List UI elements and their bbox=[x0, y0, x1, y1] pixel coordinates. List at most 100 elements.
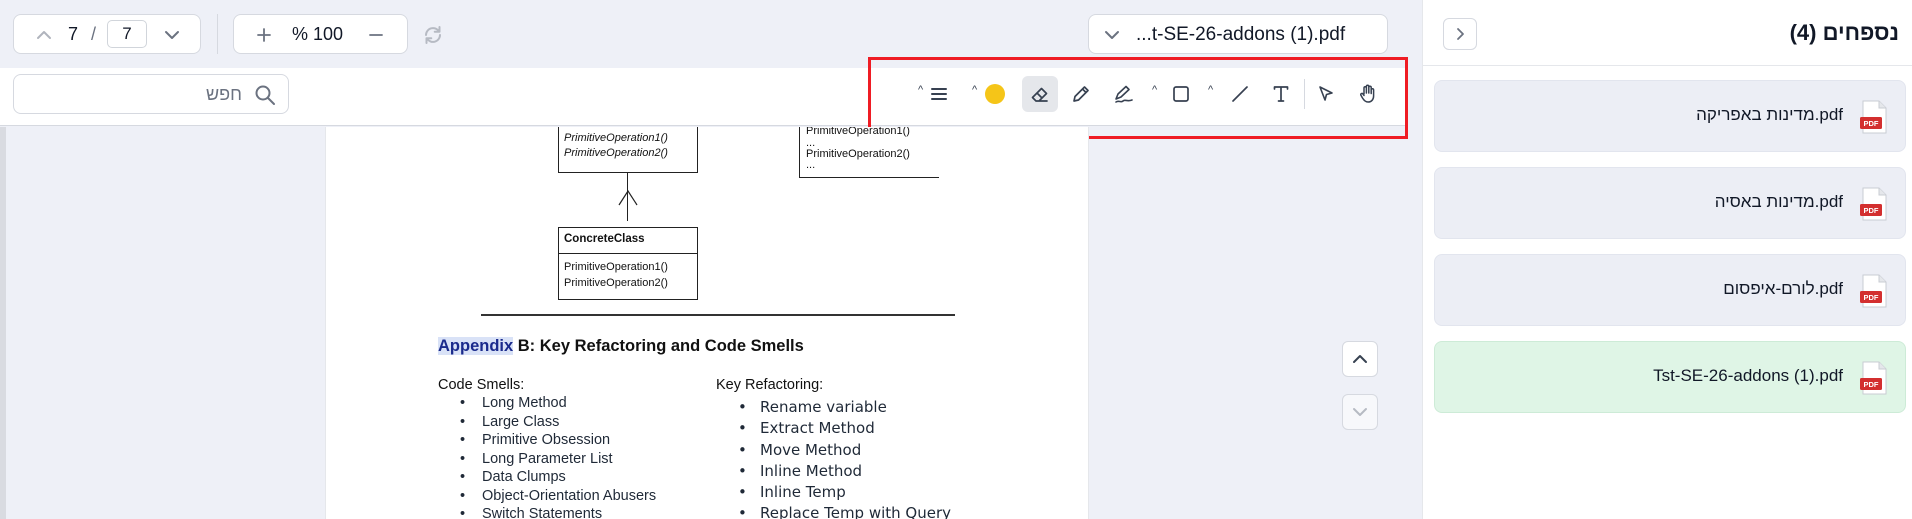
svg-text:PDF: PDF bbox=[1864, 293, 1879, 302]
list-item: Primitive Obsession bbox=[438, 431, 656, 450]
attachment-item-selected[interactable]: Tst-SE-26-addons (1).pdf PDF bbox=[1434, 341, 1906, 413]
search-highlight: Appendix bbox=[438, 337, 514, 355]
shape-options-caret-icon[interactable]: ^ bbox=[1152, 84, 1157, 96]
list-item: Move Method bbox=[716, 440, 951, 462]
hand-icon bbox=[1360, 84, 1375, 103]
chevron-down-icon bbox=[1105, 31, 1119, 39]
list-item: Data Clumps bbox=[438, 468, 656, 487]
attachment-item[interactable]: לורם-איפסום.pdf PDF bbox=[1434, 254, 1906, 326]
uml-concrete-class-name: ConcreteClass bbox=[564, 233, 645, 245]
select-arrow-icon bbox=[1319, 86, 1333, 101]
scroll-up-button[interactable] bbox=[1342, 341, 1378, 377]
attachments-header: נספחים (4) bbox=[1423, 0, 1912, 66]
pdf-viewer-app: 7 / 7 % 100 ...t-SE-26-addons (1).pdf חפ… bbox=[0, 0, 1912, 519]
attachment-file-name: לורם-איפסום.pdf bbox=[1723, 279, 1843, 298]
page-separator: / bbox=[91, 24, 97, 44]
attachments-title: נספחים (4) bbox=[1789, 20, 1899, 45]
list-item: Long Parameter List bbox=[438, 450, 656, 469]
list-item: Rename variable bbox=[716, 397, 951, 419]
svg-text:PDF: PDF bbox=[1864, 380, 1879, 389]
rectangle-tool-button[interactable] bbox=[1163, 76, 1199, 112]
uml-concrete-divider bbox=[558, 253, 698, 255]
signature-tool-button[interactable] bbox=[1106, 76, 1142, 112]
text-tool-button[interactable] bbox=[1263, 76, 1299, 112]
search-input[interactable] bbox=[22, 81, 242, 107]
eraser-tool-button[interactable] bbox=[1022, 76, 1058, 112]
rotate-button[interactable] bbox=[420, 22, 446, 48]
search-icon bbox=[254, 84, 276, 111]
pdf-file-icon: PDF bbox=[1860, 187, 1887, 221]
menu-tool-button[interactable] bbox=[921, 76, 957, 112]
list-item: Switch Statements bbox=[438, 505, 656, 519]
menu-icon bbox=[931, 88, 947, 100]
pdf-page: PrimitiveOperation1() PrimitiveOperation… bbox=[325, 127, 1089, 519]
zoom-out-button[interactable] bbox=[364, 23, 388, 47]
attachments-panel: נספחים (4) מדינות באפריקה.pdf PDF מדינות… bbox=[1422, 0, 1912, 519]
svg-text:PDF: PDF bbox=[1864, 119, 1879, 128]
uml-right-method-2: PrimitiveOperation2() bbox=[806, 148, 910, 160]
zoom-controls: % 100 bbox=[233, 14, 408, 54]
color-picker-swatch[interactable] bbox=[985, 84, 1005, 104]
file-selector[interactable]: ...t-SE-26-addons (1).pdf bbox=[1088, 14, 1388, 54]
attachment-file-name: מדינות באסיה.pdf bbox=[1714, 192, 1843, 211]
minus-icon bbox=[369, 34, 383, 36]
code-smells-title: Code Smells: bbox=[438, 377, 525, 393]
list-item: Replace Temp with Query bbox=[716, 503, 951, 519]
chevron-up-icon bbox=[37, 31, 51, 39]
line-icon bbox=[1232, 86, 1248, 102]
uml-concrete-method-1: PrimitiveOperation1() bbox=[564, 261, 668, 273]
next-page-button[interactable] bbox=[160, 23, 184, 47]
uml-right-dots-2: ... bbox=[806, 159, 816, 171]
code-smells-list: Long Method Large Class Primitive Obsess… bbox=[438, 394, 656, 519]
uml-right-bottom-line bbox=[799, 177, 939, 179]
chevron-down-icon bbox=[1353, 408, 1367, 416]
list-item: Extract Method bbox=[716, 418, 951, 440]
total-pages-field[interactable]: 7 bbox=[107, 20, 147, 48]
eraser-icon bbox=[1031, 87, 1048, 102]
top-navigation-bar: 7 / 7 % 100 ...t-SE-26-addons (1).pdf bbox=[0, 0, 1408, 68]
previous-page-button[interactable] bbox=[32, 23, 56, 47]
viewer-area: 7 / 7 % 100 ...t-SE-26-addons (1).pdf חפ… bbox=[0, 0, 1408, 519]
pen-icon bbox=[1073, 86, 1089, 102]
pdf-file-icon: PDF bbox=[1860, 274, 1887, 308]
chevron-down-icon bbox=[165, 31, 179, 39]
rectangle-icon bbox=[1173, 86, 1189, 102]
inheritance-arrow-icon bbox=[618, 190, 638, 206]
collapse-panel-button[interactable] bbox=[1443, 18, 1477, 50]
selected-file-name: ...t-SE-26-addons (1).pdf bbox=[1136, 24, 1346, 45]
scroll-down-button[interactable] bbox=[1342, 394, 1378, 430]
file-dropdown-toggle[interactable] bbox=[1101, 24, 1123, 46]
refresh-icon bbox=[425, 26, 441, 44]
uml-right-method-1: PrimitiveOperation1() bbox=[806, 127, 910, 137]
list-item: Large Class bbox=[438, 413, 656, 432]
zoom-level: % 100 bbox=[292, 24, 344, 44]
attachment-item[interactable]: מדינות באפריקה.pdf PDF bbox=[1434, 80, 1906, 152]
uml-left-method-2: PrimitiveOperation2() bbox=[564, 147, 668, 159]
appendix-heading: Appendix B: Key Refactoring and Code Sme… bbox=[438, 337, 804, 356]
refactoring-list: Rename variable Extract Method Move Meth… bbox=[716, 397, 951, 519]
zoom-in-button[interactable] bbox=[252, 23, 276, 47]
document-scroll-area[interactable]: PrimitiveOperation1() PrimitiveOperation… bbox=[0, 127, 1408, 519]
hand-tool-button[interactable] bbox=[1350, 76, 1386, 112]
uml-concrete-method-2: PrimitiveOperation2() bbox=[564, 277, 668, 289]
page-navigation: 7 / 7 bbox=[13, 14, 201, 54]
line-tool-button[interactable] bbox=[1222, 76, 1258, 112]
attachment-item[interactable]: מדינות באסיה.pdf PDF bbox=[1434, 167, 1906, 239]
pdf-file-icon: PDF bbox=[1860, 100, 1887, 134]
section-rule bbox=[481, 314, 955, 316]
pen-tool-button[interactable] bbox=[1063, 76, 1099, 112]
topbar-divider bbox=[217, 14, 218, 54]
chevron-right-icon bbox=[1457, 28, 1464, 40]
search-box[interactable] bbox=[13, 74, 289, 114]
plus-icon bbox=[257, 28, 271, 42]
attachment-file-name: Tst-SE-26-addons (1).pdf bbox=[1653, 366, 1843, 385]
color-options-caret-icon[interactable]: ^ bbox=[972, 84, 977, 96]
refactoring-title: Key Refactoring: bbox=[716, 377, 824, 393]
list-item: Inline Temp bbox=[716, 482, 951, 504]
current-page-number: 7 bbox=[68, 24, 79, 44]
chevron-up-icon bbox=[1353, 355, 1367, 363]
select-tool-button[interactable] bbox=[1308, 76, 1344, 112]
list-item: Inline Method bbox=[716, 461, 951, 483]
line-options-caret-icon[interactable]: ^ bbox=[1208, 84, 1213, 96]
appendix-heading-rest: B: Key Refactoring and Code Smells bbox=[513, 337, 804, 355]
